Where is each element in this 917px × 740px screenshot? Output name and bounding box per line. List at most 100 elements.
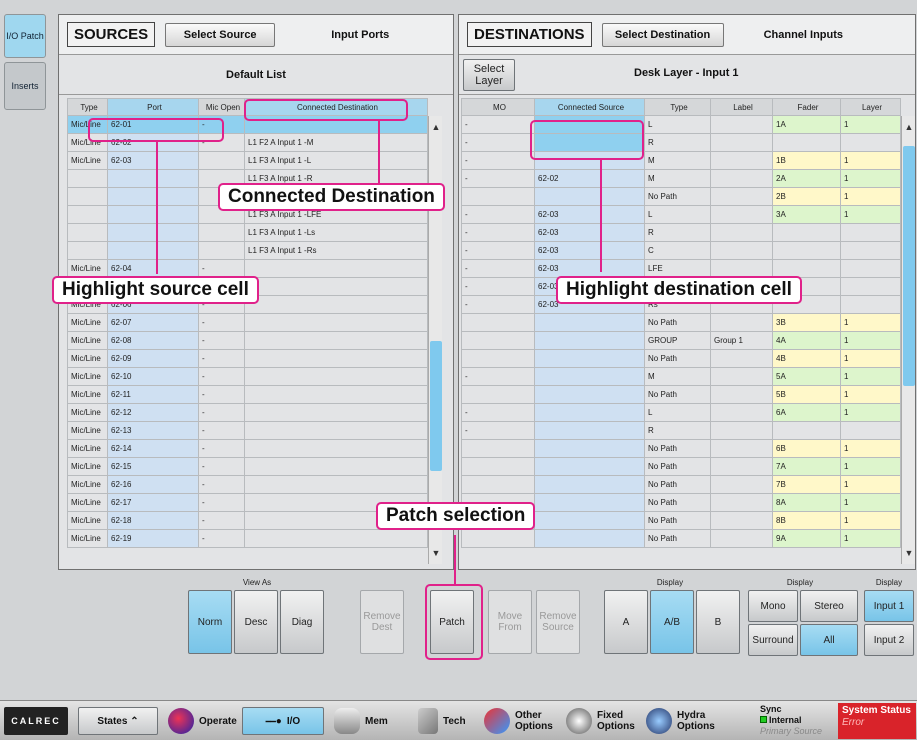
table-row[interactable]: No Path 7B 1: [461, 475, 901, 494]
table-row[interactable]: No Path 2B 1: [461, 187, 901, 206]
cell-connected-source[interactable]: [534, 367, 645, 386]
cell-connected-source[interactable]: [534, 313, 645, 332]
cell-connected-destination[interactable]: [244, 349, 428, 368]
cell-port[interactable]: 62-03: [107, 151, 199, 170]
select-destination-button[interactable]: Select Destination: [601, 22, 724, 47]
table-row[interactable]: Mic/Line 62-03 L1 F3 A Input 1 -L: [67, 151, 428, 170]
cell-port[interactable]: 62-16: [107, 475, 199, 494]
scroll-down-icon[interactable]: ▼: [903, 548, 915, 558]
cell-connected-source[interactable]: 62-03: [534, 205, 645, 224]
cell-connected-source[interactable]: [534, 385, 645, 404]
table-row[interactable]: -62-03 LFE: [461, 259, 901, 278]
tab-inserts[interactable]: Inserts: [4, 62, 46, 110]
destinations-scroll-thumb[interactable]: [903, 146, 915, 386]
cell-connected-source[interactable]: [534, 349, 645, 368]
all-button[interactable]: All: [800, 624, 858, 656]
select-layer-button[interactable]: Select Layer: [463, 59, 515, 91]
table-row[interactable]: Mic/Line 62-08-: [67, 331, 428, 350]
tab-io-patch[interactable]: I/O Patch: [4, 14, 46, 58]
cell-port[interactable]: 62-15: [107, 457, 199, 476]
table-row[interactable]: -R: [461, 133, 901, 152]
cell-connected-destination[interactable]: [244, 439, 428, 458]
cell-connected-destination[interactable]: [244, 259, 428, 278]
cell-connected-source[interactable]: [534, 529, 645, 548]
cell-connected-destination[interactable]: [244, 367, 428, 386]
cell-connected-destination[interactable]: L1 F3 A Input 1 -L: [244, 151, 428, 170]
cell-connected-source[interactable]: [534, 403, 645, 422]
input2-button[interactable]: Input 2: [864, 624, 914, 656]
cell-connected-destination[interactable]: [244, 457, 428, 476]
cell-connected-destination[interactable]: [244, 403, 428, 422]
cell-connected-destination[interactable]: [244, 295, 428, 314]
cell-connected-source[interactable]: [534, 187, 645, 206]
cell-connected-destination[interactable]: [244, 331, 428, 350]
table-row[interactable]: No Path 4B 1: [461, 349, 901, 368]
cell-port[interactable]: 62-11: [107, 385, 199, 404]
cell-port[interactable]: 62-12: [107, 403, 199, 422]
table-row[interactable]: L1 F3 A Input 1 -Ls: [67, 223, 428, 242]
table-row[interactable]: Mic/Line 62-10-: [67, 367, 428, 386]
remove-dest-button[interactable]: Remove Dest: [360, 590, 404, 654]
table-row[interactable]: -62-03 L 3A 1: [461, 205, 901, 224]
fixed-options-button[interactable]: Fixed Options: [566, 707, 637, 735]
table-row[interactable]: L1 F3 A Input 1 -Rs: [67, 241, 428, 260]
col-connected-source[interactable]: Connected Source: [534, 98, 645, 116]
cell-connected-destination[interactable]: L1 F3 A Input 1 -Rs: [244, 241, 428, 260]
table-row[interactable]: Mic/Line 62-09-: [67, 349, 428, 368]
table-row[interactable]: - M 1B 1: [461, 151, 901, 170]
ab-button[interactable]: A/B: [650, 590, 694, 654]
operate-button[interactable]: Operate: [168, 707, 237, 735]
norm-button[interactable]: Norm: [188, 590, 232, 654]
system-status-button[interactable]: System Status Error: [838, 703, 916, 739]
table-row[interactable]: - L 6A 1: [461, 403, 901, 422]
stereo-button[interactable]: Stereo: [800, 590, 858, 622]
remove-source-button[interactable]: Remove Source: [536, 590, 580, 654]
states-button[interactable]: States ⌃: [78, 707, 158, 735]
cell-port[interactable]: 62-14: [107, 439, 199, 458]
cell-connected-destination[interactable]: [244, 385, 428, 404]
table-row[interactable]: No Path 3B 1: [461, 313, 901, 332]
table-row[interactable]: Mic/Line 62-04-: [67, 259, 428, 278]
table-row[interactable]: Mic/Line 62-18-: [67, 511, 428, 530]
cell-connected-source[interactable]: [534, 493, 645, 512]
cell-port[interactable]: [107, 169, 199, 188]
cell-connected-source[interactable]: 62-03: [534, 223, 645, 242]
cell-port[interactable]: 62-13: [107, 421, 199, 440]
destinations-scrollbar[interactable]: ▲ ▼: [901, 116, 915, 564]
cell-connected-source[interactable]: 62-03: [534, 259, 645, 278]
table-row[interactable]: No Path 9A 1: [461, 529, 901, 548]
diag-button[interactable]: Diag: [280, 590, 324, 654]
other-options-button[interactable]: Other Options: [484, 707, 555, 735]
table-row[interactable]: Mic/Line 62-17-: [67, 493, 428, 512]
move-from-button[interactable]: Move From: [488, 590, 532, 654]
table-row[interactable]: Mic/Line 62-14-: [67, 439, 428, 458]
cell-connected-source[interactable]: [534, 439, 645, 458]
cell-connected-destination[interactable]: [244, 529, 428, 548]
desc-button[interactable]: Desc: [234, 590, 278, 654]
hydra-options-button[interactable]: Hydra Options: [646, 707, 721, 735]
io-button[interactable]: ⎯⎯● I/O: [242, 707, 324, 735]
cell-connected-destination[interactable]: [244, 277, 428, 296]
cell-connected-destination[interactable]: [244, 475, 428, 494]
cell-port[interactable]: 62-04: [107, 259, 199, 278]
table-row[interactable]: -62-03 C: [461, 241, 901, 260]
table-row[interactable]: Mic/Line 62-19-: [67, 529, 428, 548]
table-row[interactable]: No Path 7A 1: [461, 457, 901, 476]
cell-port[interactable]: [107, 223, 199, 242]
cell-port[interactable]: 62-08: [107, 331, 199, 350]
cell-connected-source[interactable]: 62-03: [534, 241, 645, 260]
cell-connected-source[interactable]: 62-02: [534, 169, 645, 188]
tech-button[interactable]: Tech: [418, 707, 466, 735]
cell-connected-source[interactable]: [534, 331, 645, 350]
cell-port[interactable]: [107, 187, 199, 206]
mono-button[interactable]: Mono: [748, 590, 798, 622]
table-row[interactable]: -62-02 M 2A 1: [461, 169, 901, 188]
cell-connected-source[interactable]: [534, 475, 645, 494]
input1-button[interactable]: Input 1: [864, 590, 914, 622]
table-row[interactable]: GROUP Group 1 4A 1: [461, 331, 901, 350]
cell-port[interactable]: 62-18: [107, 511, 199, 530]
cell-connected-source[interactable]: [534, 457, 645, 476]
mem-button[interactable]: Mem: [334, 707, 388, 735]
table-row[interactable]: Mic/Line 62-07-: [67, 313, 428, 332]
col-port[interactable]: Port: [107, 98, 199, 116]
